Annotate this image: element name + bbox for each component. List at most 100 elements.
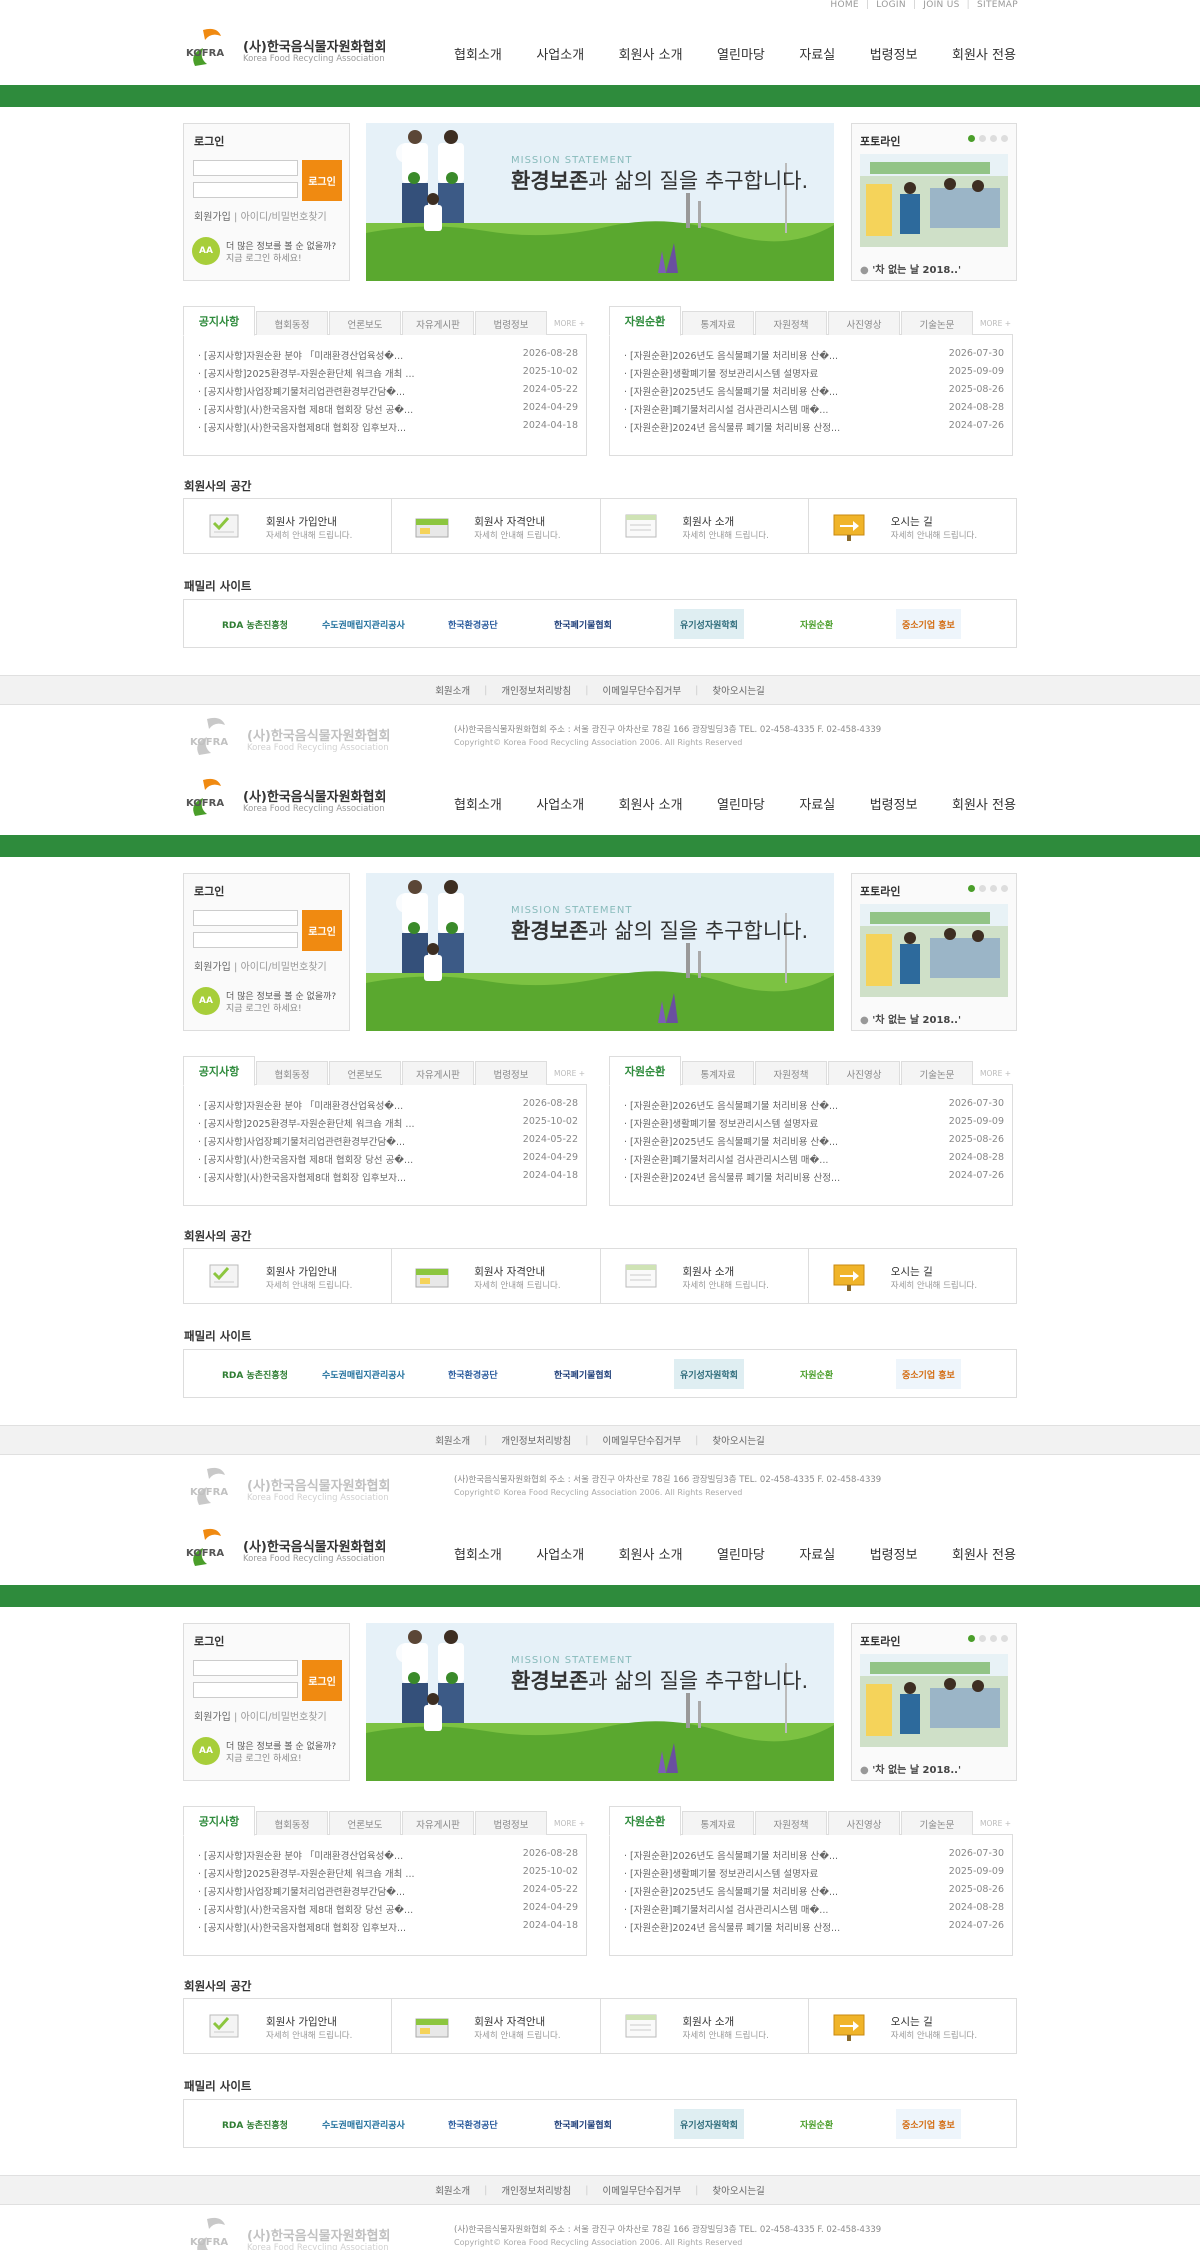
list-item[interactable]: · [자원순환]폐기물처리시설 검사관리시스템 매�... 2024-08-28 bbox=[624, 402, 1004, 420]
tab-free-board[interactable]: 자유게시판 bbox=[402, 1811, 474, 1835]
login-button[interactable]: 로그인 bbox=[302, 910, 342, 951]
resource-more-link[interactable]: MORE + bbox=[980, 1069, 1011, 1078]
notice-more-link[interactable]: MORE + bbox=[554, 319, 585, 328]
footer-link-members[interactable]: 회원소개 bbox=[435, 1433, 470, 1447]
nav-community[interactable]: 열린마당 bbox=[717, 44, 765, 63]
list-item[interactable]: · [자원순환]2026년도 음식물폐기물 처리비용 산�... 2026-07-… bbox=[624, 1098, 1004, 1116]
list-item[interactable]: · [자원순환]2025년도 음식물폐기물 처리비용 산�... 2025-08-… bbox=[624, 384, 1004, 402]
family-site-sudokwon[interactable]: 수도권매립지관리공사 bbox=[322, 609, 405, 639]
join-link[interactable]: 회원가입 bbox=[194, 212, 231, 223]
list-item[interactable]: · [자원순환]폐기물처리시설 검사관리시스템 매�... 2024-08-28 bbox=[624, 1152, 1004, 1170]
nav-business[interactable]: 사업소개 bbox=[536, 794, 584, 813]
tab-law-info[interactable]: 법령정보 bbox=[475, 1811, 547, 1835]
family-site-sme[interactable]: 중소기업 홍보 bbox=[896, 2109, 961, 2139]
list-item[interactable]: · [공지사항]자원순환 분야 「미래환경산업육성�... 2026-08-28 bbox=[198, 1848, 578, 1866]
member-directions[interactable]: 오시는 길 자세히 안내해 드립니다. bbox=[809, 1249, 1016, 1303]
footer-link-privacy[interactable]: 개인정보처리방침 bbox=[501, 2183, 571, 2197]
family-site-kwaste[interactable]: 한국폐기물협회 bbox=[554, 2109, 612, 2139]
family-site-rda[interactable]: RDA 농촌진흥청 bbox=[222, 1359, 288, 1389]
family-site-sme[interactable]: 중소기업 홍보 bbox=[896, 1359, 961, 1389]
member-introduction[interactable]: 회원사 소개 자세히 안내해 드립니다. bbox=[601, 1999, 809, 2053]
tab-tech-papers[interactable]: 기술논문 bbox=[901, 1061, 973, 1085]
photoline-caption[interactable]: ● '차 없는 날 2018..' bbox=[860, 1011, 961, 1026]
family-site-recycle[interactable]: 자원순환 bbox=[800, 2109, 833, 2139]
list-item[interactable]: · [공지사항](사)한국음자협 제8대 협회장 당선 공�... 2024-04… bbox=[198, 1152, 578, 1170]
list-item[interactable]: · [자원순환]폐기물처리시설 검사관리시스템 매�... 2024-08-28 bbox=[624, 1902, 1004, 1920]
nav-resources[interactable]: 자료실 bbox=[799, 794, 835, 813]
tab-law-info[interactable]: 법령정보 bbox=[475, 1061, 547, 1085]
tab-resource-cycle[interactable]: 자원순환 bbox=[609, 1806, 681, 1836]
nav-members[interactable]: 회원사 소개 bbox=[619, 44, 683, 63]
tab-statistics[interactable]: 통계자료 bbox=[682, 1061, 754, 1085]
list-item[interactable]: · [공지사항](사)한국음자협 제8대 협회장 당선 공�... 2024-04… bbox=[198, 402, 578, 420]
tab-notice[interactable]: 공지사항 bbox=[183, 306, 255, 336]
list-item[interactable]: · [자원순환]생활폐기물 정보관리시스템 설명자료 2025-09-09 bbox=[624, 1116, 1004, 1134]
family-site-rda[interactable]: RDA 농촌진흥청 bbox=[222, 2109, 288, 2139]
list-item[interactable]: · [공지사항](사)한국음자협제8대 협회장 입후보자... 2024-04-1… bbox=[198, 1920, 578, 1938]
find-account-link[interactable]: 아이디/비밀번호찾기 bbox=[241, 212, 327, 223]
list-item[interactable]: · [공지사항]사업장폐기물처리업관련환경부간담�... 2024-05-22 bbox=[198, 1884, 578, 1902]
tab-free-board[interactable]: 자유게시판 bbox=[402, 311, 474, 335]
notice-more-link[interactable]: MORE + bbox=[554, 1069, 585, 1078]
pager-dot-1[interactable] bbox=[968, 885, 975, 892]
photoline-caption[interactable]: ● '차 없는 날 2018..' bbox=[860, 1761, 961, 1776]
member-introduction[interactable]: 회원사 소개 자세히 안내해 드립니다. bbox=[601, 499, 809, 553]
list-item[interactable]: · [공지사항](사)한국음자협제8대 협회장 입후보자... 2024-04-1… bbox=[198, 420, 578, 438]
list-item[interactable]: · [자원순환]2026년도 음식물폐기물 처리비용 산�... 2026-07-… bbox=[624, 1848, 1004, 1866]
member-directions[interactable]: 오시는 길 자세히 안내해 드립니다. bbox=[809, 1999, 1016, 2053]
list-item[interactable]: · [공지사항]사업장폐기물처리업관련환경부간담�... 2024-05-22 bbox=[198, 1134, 578, 1152]
nav-about[interactable]: 협회소개 bbox=[454, 44, 502, 63]
pager-dot-2[interactable] bbox=[979, 135, 986, 142]
nav-business[interactable]: 사업소개 bbox=[536, 44, 584, 63]
tab-press[interactable]: 언론보도 bbox=[329, 311, 401, 335]
pager-dot-4[interactable] bbox=[1001, 885, 1008, 892]
family-site-organic[interactable]: 유기성자원학회 bbox=[674, 609, 744, 639]
footer-link-members[interactable]: 회원소개 bbox=[435, 2183, 470, 2197]
list-item[interactable]: · [공지사항]2025환경부-자원순환단체 워크숍 개최 ... 2025-10… bbox=[198, 1116, 578, 1134]
tab-notice[interactable]: 공지사항 bbox=[183, 1806, 255, 1836]
family-site-sudokwon[interactable]: 수도권매립지관리공사 bbox=[322, 1359, 405, 1389]
pager-dot-4[interactable] bbox=[1001, 135, 1008, 142]
pager-dot-3[interactable] bbox=[990, 1635, 997, 1642]
family-site-keco[interactable]: 한국환경공단 bbox=[448, 1359, 498, 1389]
tab-photo-video[interactable]: 사진영상 bbox=[828, 1811, 900, 1835]
resource-more-link[interactable]: MORE + bbox=[980, 1819, 1011, 1828]
tab-photo-video[interactable]: 사진영상 bbox=[828, 1061, 900, 1085]
tab-photo-video[interactable]: 사진영상 bbox=[828, 311, 900, 335]
footer-link-directions[interactable]: 찾아오시는길 bbox=[712, 683, 764, 697]
nav-resources[interactable]: 자료실 bbox=[799, 44, 835, 63]
list-item[interactable]: · [공지사항]2025환경부-자원순환단체 워크숍 개최 ... 2025-10… bbox=[198, 366, 578, 384]
nav-law[interactable]: 법령정보 bbox=[870, 794, 918, 813]
nav-members[interactable]: 회원사 소개 bbox=[619, 794, 683, 813]
tab-association-news[interactable]: 협회동정 bbox=[256, 1061, 328, 1085]
member-qualification[interactable]: 회원사 자격안내 자세히 안내해 드립니다. bbox=[392, 1999, 601, 2053]
list-item[interactable]: · [공지사항](사)한국음자협 제8대 협회장 당선 공�... 2024-04… bbox=[198, 1902, 578, 1920]
footer-link-email-refusal[interactable]: 이메일무단수집거부 bbox=[602, 683, 681, 697]
photoline-photo[interactable] bbox=[860, 1654, 1008, 1747]
tab-press[interactable]: 언론보도 bbox=[329, 1061, 401, 1085]
list-item[interactable]: · [자원순환]2024년 음식물류 폐기물 처리비용 산정... 2024-07… bbox=[624, 1170, 1004, 1188]
tab-law-info[interactable]: 법령정보 bbox=[475, 311, 547, 335]
list-item[interactable]: · [자원순환]2025년도 음식물폐기물 처리비용 산�... 2025-08-… bbox=[624, 1134, 1004, 1152]
login-id-input[interactable] bbox=[193, 160, 298, 176]
nav-law[interactable]: 법령정보 bbox=[870, 44, 918, 63]
photoline-photo[interactable] bbox=[860, 154, 1008, 247]
site-logo[interactable]: KOFRA (사)한국음식물자원화협회 Korea Food Recycling… bbox=[183, 26, 393, 74]
family-site-recycle[interactable]: 자원순환 bbox=[800, 609, 833, 639]
footer-link-privacy[interactable]: 개인정보처리방침 bbox=[501, 1433, 571, 1447]
nav-business[interactable]: 사업소개 bbox=[536, 1544, 584, 1563]
photoline-photo[interactable] bbox=[860, 904, 1008, 997]
main-banner[interactable]: MISSION STATEMENT 환경보존과 삶의 질을 추구합니다. bbox=[366, 873, 834, 1031]
footer-link-privacy[interactable]: 개인정보처리방침 bbox=[501, 683, 571, 697]
member-directions[interactable]: 오시는 길 자세히 안내해 드립니다. bbox=[809, 499, 1016, 553]
login-button[interactable]: 로그인 bbox=[302, 160, 342, 201]
login-password-input[interactable] bbox=[193, 1682, 298, 1698]
tab-notice[interactable]: 공지사항 bbox=[183, 1056, 255, 1086]
family-site-kwaste[interactable]: 한국폐기물협회 bbox=[554, 609, 612, 639]
member-join-guide[interactable]: 회원사 가입안내 자세히 안내해 드립니다. bbox=[184, 499, 393, 553]
tab-statistics[interactable]: 통계자료 bbox=[682, 1811, 754, 1835]
footer-link-directions[interactable]: 찾아오시는길 bbox=[712, 1433, 764, 1447]
family-site-organic[interactable]: 유기성자원학회 bbox=[674, 1359, 744, 1389]
footer-link-email-refusal[interactable]: 이메일무단수집거부 bbox=[602, 2183, 681, 2197]
tab-resource-policy[interactable]: 자원정책 bbox=[755, 1811, 827, 1835]
